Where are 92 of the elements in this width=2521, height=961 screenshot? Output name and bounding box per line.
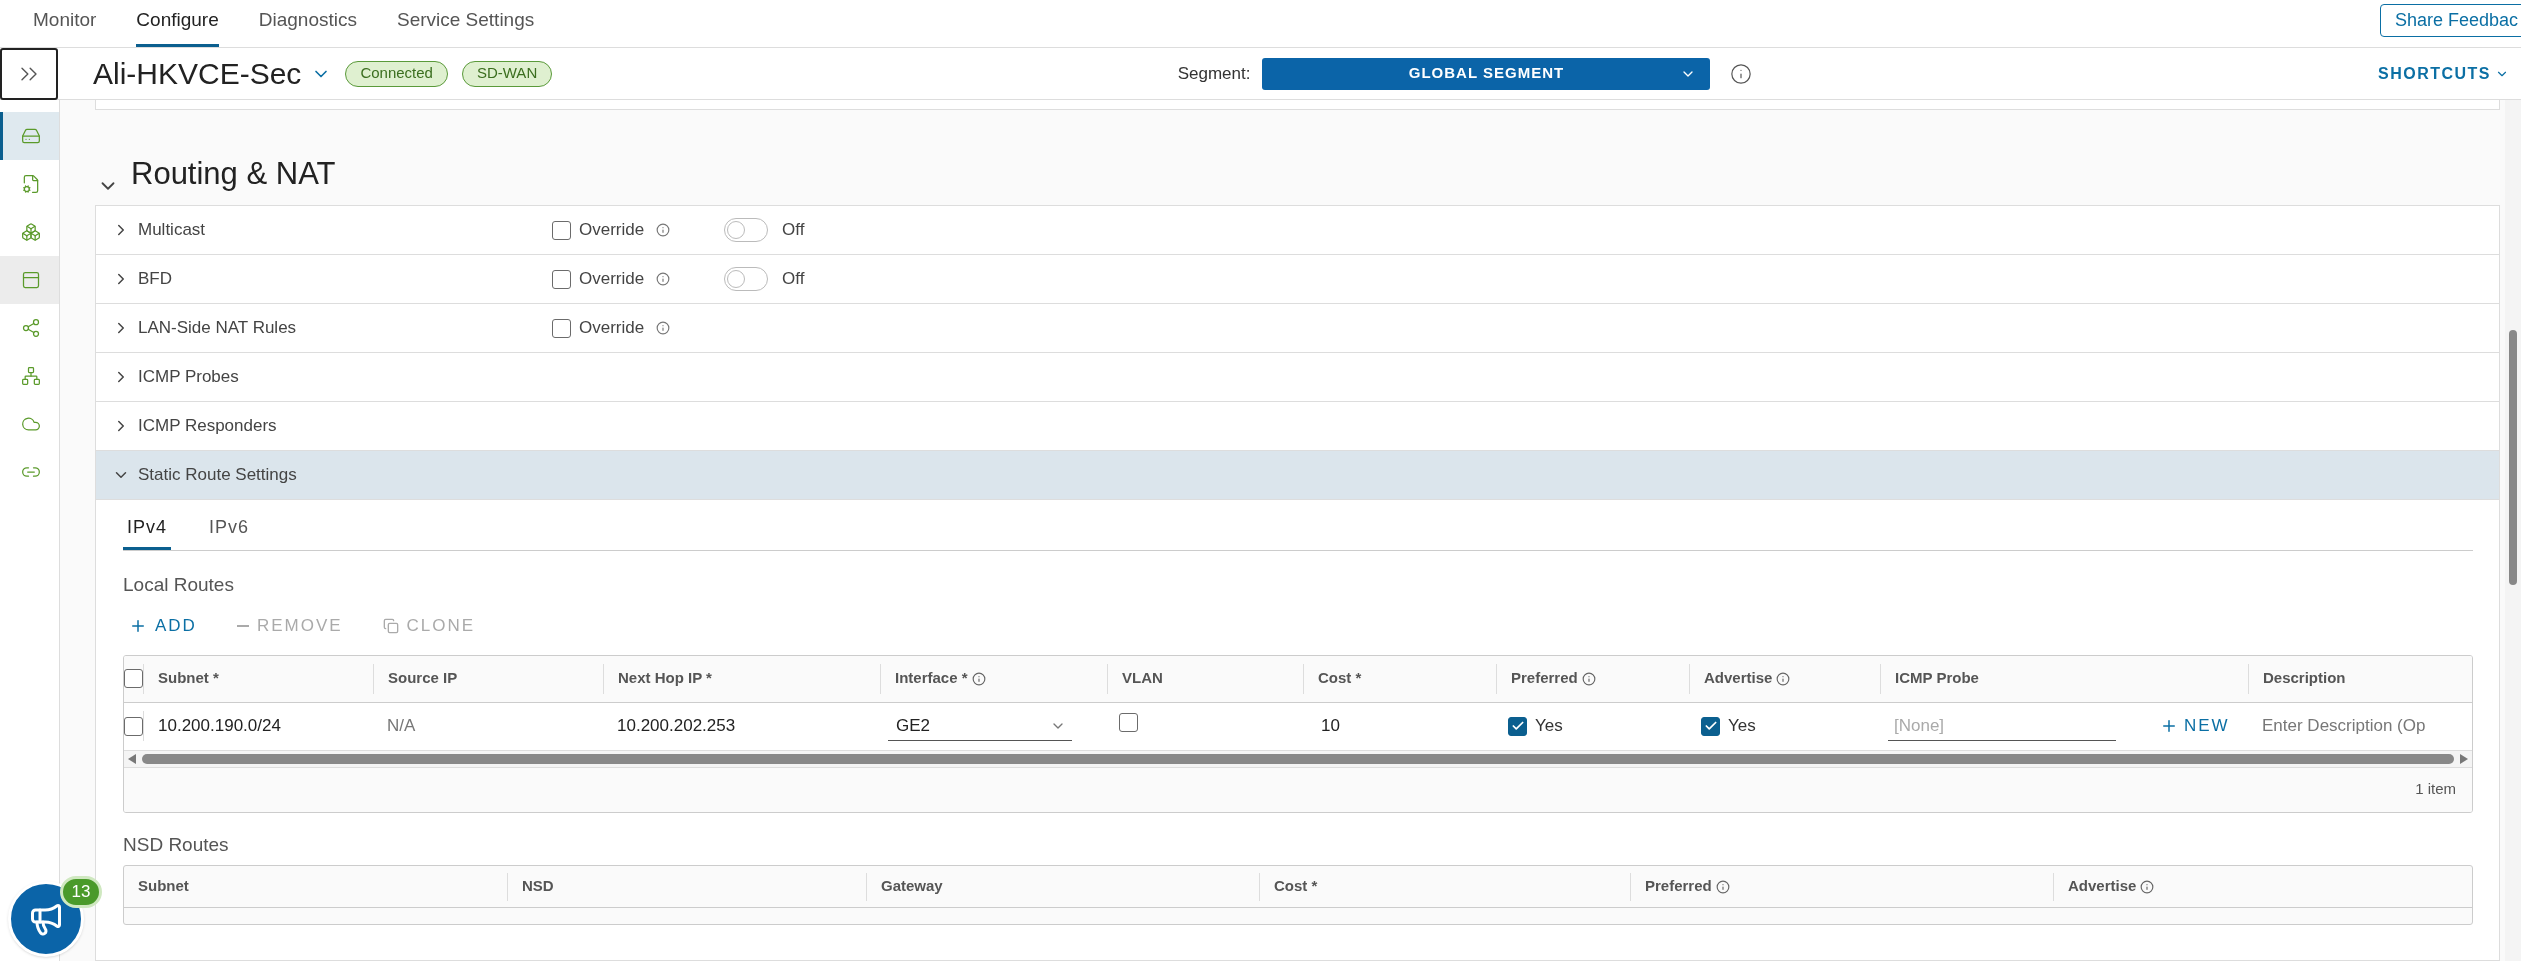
column-header: Subnet * (158, 668, 219, 689)
section-title: Routing & NAT (131, 154, 336, 193)
column-header: VLAN (1122, 668, 1163, 689)
preferred-checkbox[interactable] (1508, 716, 1527, 736)
column-header: Gateway (881, 876, 943, 897)
column-header: Preferred (1645, 876, 1712, 897)
column-header: Preferred (1511, 668, 1578, 689)
row-label: Static Route Settings (138, 464, 298, 487)
drive-icon (21, 126, 41, 146)
column-header: Subnet (138, 876, 189, 897)
info-icon[interactable] (656, 321, 671, 335)
vlan-checkbox[interactable] (1119, 713, 1138, 732)
toggle-label: Off (782, 268, 805, 291)
scroll-right-icon (2460, 753, 2468, 764)
copy-icon (382, 617, 399, 634)
vertical-scrollbar[interactable] (2505, 100, 2521, 961)
column-header: Advertise (2068, 876, 2137, 897)
override-label: Override (579, 317, 645, 340)
sidebar-item[interactable] (0, 112, 59, 160)
tab[interactable]: IPv6 (205, 514, 254, 550)
override-checkbox[interactable] (552, 269, 571, 289)
document-gear-icon (21, 174, 41, 194)
override-checkbox[interactable] (552, 318, 571, 338)
override-checkbox[interactable] (552, 220, 571, 240)
checkbox-label: Yes (1728, 715, 1756, 738)
info-icon[interactable] (656, 272, 671, 286)
column-header: Cost * (1274, 876, 1318, 897)
column-header: Description (2263, 668, 2346, 689)
column-header: Interface * (895, 668, 968, 689)
network-icon (21, 366, 41, 386)
new-button[interactable]: NEW (2160, 713, 2230, 739)
info-icon[interactable] (971, 671, 986, 686)
nav-tab[interactable]: Monitor (33, 5, 97, 47)
column-header: Cost * (1318, 668, 1362, 689)
info-icon[interactable] (656, 223, 671, 237)
status-badge: SD-WAN (461, 60, 553, 87)
settings-row[interactable]: Static Route Settings (96, 451, 2499, 500)
table-cell: N/A (387, 716, 416, 736)
horizontal-scrollbar[interactable] (124, 749, 2472, 768)
status-badge: Connected (345, 60, 448, 87)
row-label: ICMP Responders (138, 415, 278, 438)
segment-dropdown[interactable]: GLOBAL SEGMENT (1262, 57, 1711, 90)
row-label: Multicast (138, 219, 207, 242)
column-header: ICMP Probe (1895, 668, 1979, 689)
check-icon (1510, 719, 1525, 733)
shortcuts-button[interactable]: SHORTCUTS (2377, 61, 2509, 86)
interface-dropdown[interactable]: GE2 (888, 711, 1072, 741)
scroll-left-icon (128, 753, 136, 764)
row-label: LAN-Side NAT Rules (138, 317, 298, 340)
table-cell: 10.200.202.253 (617, 716, 736, 736)
edge-name: Ali-HKVCE-Sec (93, 56, 302, 92)
minus-icon (236, 624, 249, 627)
subsection-title: NSD Routes (123, 832, 230, 857)
action-button[interactable]: ADD (129, 612, 197, 639)
column-header: NSD (522, 876, 554, 897)
column-header: Next Hop IP * (618, 668, 712, 689)
row-label: ICMP Probes (138, 366, 240, 389)
select-all-checkbox[interactable] (124, 669, 143, 688)
notification-badge: 13 (60, 876, 102, 908)
toggle-label: Off (782, 219, 805, 242)
segment-label: Segment: (1177, 62, 1251, 85)
toggle-switch[interactable] (724, 267, 768, 291)
advertise-checkbox[interactable] (1701, 716, 1720, 736)
table-cell-text: 10.200.190.0/24 (158, 715, 281, 738)
check-icon (1703, 719, 1718, 733)
subsection-title: Local Routes (123, 573, 235, 597)
item-count: 1 item (2415, 779, 2456, 800)
column-header: Source IP (388, 668, 458, 689)
info-icon[interactable] (1715, 879, 1730, 894)
checkbox-label: Yes (1535, 715, 1563, 738)
table-cell: 10 (1321, 716, 1340, 736)
tab[interactable]: IPv4 (123, 514, 172, 550)
plus-icon (2160, 717, 2178, 735)
column-header: Advertise (1704, 668, 1773, 689)
boxes-icon (21, 222, 41, 242)
expand-sidebar-button[interactable] (0, 47, 58, 100)
share-feedback-button[interactable]: Share Feedbac (2379, 4, 2521, 37)
panel-icon (21, 270, 41, 290)
override-label: Override (579, 268, 645, 291)
info-icon[interactable] (2140, 879, 2155, 894)
sidebar-item[interactable] (0, 256, 59, 304)
nav-tab[interactable]: Service Settings (396, 5, 535, 47)
row-checkbox[interactable] (124, 716, 143, 736)
share-nodes-icon (21, 318, 41, 338)
info-icon[interactable] (1581, 671, 1596, 686)
row-label: BFD (138, 268, 173, 291)
info-icon[interactable] (1730, 62, 1753, 85)
override-label: Override (579, 219, 645, 242)
megaphone-icon (28, 901, 64, 937)
info-icon[interactable] (1776, 671, 1791, 686)
toggle-switch[interactable] (724, 218, 768, 242)
nav-tab[interactable]: Diagnostics (258, 5, 357, 47)
